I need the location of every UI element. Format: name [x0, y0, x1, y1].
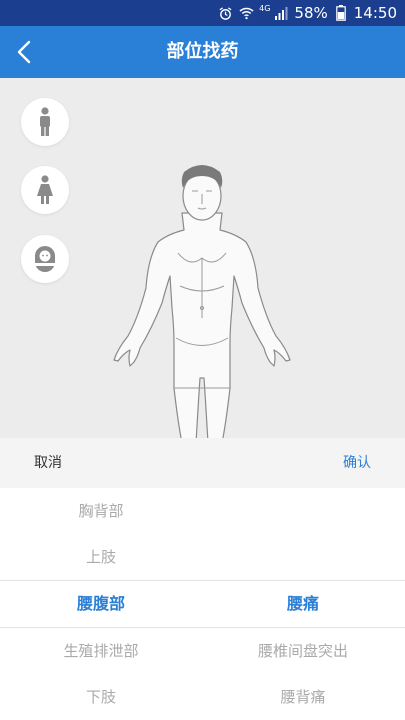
network-type-label: 4G	[259, 3, 271, 13]
app-bar: 部位找药	[0, 26, 405, 78]
picker-wheels: 胸背部 上肢 腰腹部 生殖排泄部 下肢 腰痛 腰椎间盘突出 腰背痛	[0, 488, 405, 720]
body-part-option[interactable]: 下肢	[0, 674, 202, 720]
symptom-option[interactable]: 腰椎间盘突出	[202, 628, 404, 674]
female-body-button[interactable]	[21, 166, 69, 214]
status-bar: 4G 58% 14:50	[0, 0, 405, 26]
picker-toolbar: 取消 确认	[0, 438, 405, 488]
adult-male-icon	[40, 107, 50, 136]
signal-icon	[273, 5, 289, 21]
adult-female-icon	[37, 175, 53, 204]
symptom-wheel[interactable]: 腰痛 腰椎间盘突出 腰背痛	[202, 488, 404, 720]
cancel-button[interactable]: 取消	[34, 438, 62, 488]
body-part-option-selected[interactable]: 腰腹部	[0, 581, 202, 627]
male-body-button[interactable]	[21, 98, 69, 146]
baby-icon	[35, 246, 55, 272]
alarm-icon	[217, 5, 233, 21]
confirm-button[interactable]: 确认	[343, 438, 371, 488]
body-part-wheel[interactable]: 胸背部 上肢 腰腹部 生殖排泄部 下肢	[0, 488, 202, 720]
page-title: 部位找药	[166, 41, 239, 62]
status-indicators: 4G 58% 14:50	[217, 3, 397, 23]
body-part-option[interactable]: 上肢	[0, 534, 202, 580]
symptom-option[interactable]: 腰背痛	[202, 674, 404, 720]
status-time: 14:50	[353, 4, 397, 22]
body-part-option[interactable]: 生殖排泄部	[0, 628, 202, 674]
body-map-area	[0, 78, 405, 438]
wifi-icon	[238, 5, 254, 21]
battery-percent: 58%	[294, 4, 328, 22]
symptom-option-selected[interactable]: 腰痛	[202, 581, 404, 627]
baby-body-button[interactable]	[21, 235, 69, 283]
battery-icon	[333, 5, 349, 21]
body-part-option[interactable]: 胸背部	[0, 488, 202, 534]
human-body-figure[interactable]	[108, 158, 298, 438]
